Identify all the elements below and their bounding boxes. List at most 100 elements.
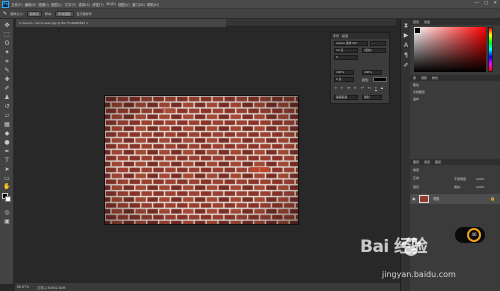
minimize-button[interactable]: — xyxy=(474,1,479,6)
faux-bold-icon[interactable]: T xyxy=(335,86,337,90)
tab-layers[interactable]: 图层 xyxy=(413,160,419,164)
menu-bar: Ps 文件(F) 编辑(E) 图像(I) 图层(L) 文字(Y) 选择(S) 滤… xyxy=(0,0,500,9)
shape-tool-icon[interactable]: ▭ xyxy=(3,175,11,182)
font-family-select[interactable]: Adobe 黑体 Std xyxy=(334,41,368,46)
gradient-tool-icon[interactable]: ▦ xyxy=(3,121,11,128)
quick-mask-icon[interactable]: ◎ xyxy=(3,209,11,216)
lasso-tool-icon[interactable]: ʘ xyxy=(3,40,11,47)
brush-settings-icon[interactable]: ✐ xyxy=(402,62,410,70)
sample-label: 样本: xyxy=(44,12,53,16)
character-panel-tabs: 字符 段落 xyxy=(331,33,389,39)
pen-tool-icon[interactable]: ✒ xyxy=(3,148,11,155)
tab-adjustments[interactable]: 调整 xyxy=(421,76,427,80)
character-icon[interactable]: A xyxy=(402,42,410,50)
eyedropper-icon[interactable]: ✎ xyxy=(3,11,7,17)
strikethrough-icon[interactable]: T xyxy=(381,86,383,90)
menu-select[interactable]: 选择(S) xyxy=(78,2,90,7)
marquee-tool-icon[interactable]: ⬚ xyxy=(3,31,11,38)
subscript-icon[interactable]: T₁ xyxy=(368,86,371,90)
eyedropper-tool-icon[interactable]: ✎ xyxy=(3,67,11,74)
zoom-level[interactable]: 66.67% xyxy=(17,285,29,289)
panel-foreground-swatch[interactable] xyxy=(414,27,421,34)
character-panel: 字符 段落 Adobe 黑体 Std - 12 点 (自动) 0 100% 10… xyxy=(330,32,390,104)
lock-icon: 🔒 xyxy=(490,196,495,201)
vertical-scale-field[interactable]: 100% xyxy=(334,70,354,75)
path-select-tool-icon[interactable]: ➤ xyxy=(3,166,11,173)
eye-icon[interactable]: ◉ xyxy=(412,196,416,201)
small-caps-icon[interactable]: Tr xyxy=(354,86,357,90)
dodge-tool-icon[interactable]: ● xyxy=(3,139,11,146)
all-caps-icon[interactable]: TT xyxy=(347,86,351,90)
menu-3d[interactable]: 3D(D) xyxy=(106,2,116,6)
show-ring-checkbox[interactable]: 显示取样环 xyxy=(77,11,92,16)
baseline-shift-field[interactable]: 0 点 xyxy=(334,77,354,82)
menu-type[interactable]: 文字(Y) xyxy=(65,2,77,7)
tab-color[interactable]: 颜色 xyxy=(413,20,419,24)
lock-label: 锁定: xyxy=(413,185,421,189)
maximize-button[interactable]: ▢ xyxy=(484,1,488,6)
quick-select-tool-icon[interactable]: ✦ xyxy=(3,49,11,56)
status-bar: 66.67% 文档:2.64M/2.64M xyxy=(15,283,400,291)
menu-file[interactable]: 文件(F) xyxy=(11,2,22,7)
adjustments-panel-tabs: 库 调整 样式 xyxy=(410,75,500,81)
menu-view[interactable]: 视图(V) xyxy=(118,2,130,7)
tab-character[interactable]: 字符 xyxy=(333,34,339,38)
menu-layer[interactable]: 图层(L) xyxy=(51,2,62,7)
horizontal-scale-field[interactable]: 100% xyxy=(362,70,382,75)
opacity-field[interactable]: 100% xyxy=(476,177,485,181)
tab-libraries[interactable]: 库 xyxy=(413,76,416,80)
color-label: 颜色: xyxy=(362,78,370,82)
tab-paragraph[interactable]: 段落 xyxy=(342,34,348,38)
layer-filter-select[interactable]: 类型 xyxy=(410,167,500,174)
font-size-field[interactable]: 12 点 xyxy=(334,48,358,53)
menu-image[interactable]: 图像(I) xyxy=(39,2,49,7)
color-field[interactable] xyxy=(414,27,486,72)
move-tool-icon[interactable]: ✥ xyxy=(3,22,11,29)
type-tool-icon[interactable]: T xyxy=(3,157,11,164)
menu-edit[interactable]: 编辑(E) xyxy=(25,2,37,7)
actions-icon[interactable]: ▶ xyxy=(402,32,410,40)
healing-tool-icon[interactable]: ✚ xyxy=(3,76,11,83)
sample-select[interactable]: 所有图层 xyxy=(55,10,74,17)
language-select[interactable]: 美国英语 xyxy=(334,95,358,100)
stamp-tool-icon[interactable]: ♟ xyxy=(3,94,11,101)
underline-icon[interactable]: T xyxy=(375,86,377,90)
history-brush-tool-icon[interactable]: ↺ xyxy=(3,103,11,110)
tab-styles[interactable]: 样式 xyxy=(432,76,438,80)
paragraph-icon[interactable]: ¶ xyxy=(402,52,410,60)
brush-tool-icon[interactable]: ✐ xyxy=(3,85,11,92)
brick-wall-image[interactable] xyxy=(104,95,299,225)
tab-channels[interactable]: 通道 xyxy=(424,160,430,164)
paw-icon xyxy=(401,237,422,256)
tracking-field[interactable]: 0 xyxy=(334,55,358,60)
window-controls: — ▢ ✕ xyxy=(474,1,497,6)
document-tab[interactable]: C:\Users\...\brick-wall.jpg @ 66.7%(RGB/… xyxy=(16,19,226,27)
screen-mode-icon[interactable]: ▣ xyxy=(3,218,11,225)
fill-field[interactable]: 100% xyxy=(476,185,485,189)
eraser-tool-icon[interactable]: ▱ xyxy=(3,112,11,119)
superscript-icon[interactable]: T¹ xyxy=(361,86,364,90)
menu-window[interactable]: 窗口(W) xyxy=(132,2,145,7)
layer-thumbnail xyxy=(419,195,429,203)
crop-tool-icon[interactable]: ⌗ xyxy=(3,58,11,65)
menu-filter[interactable]: 滤镜(T) xyxy=(92,2,104,7)
document-tab-bar: C:\Users\...\brick-wall.jpg @ 66.7%(RGB/… xyxy=(16,19,396,27)
close-button[interactable]: ✕ xyxy=(493,1,497,6)
layer-row-background[interactable]: ◉ 背景 🔒 xyxy=(410,194,500,204)
faux-italic-icon[interactable]: T xyxy=(341,86,343,90)
font-style-select[interactable]: - xyxy=(370,41,386,46)
tab-paths[interactable]: 路径 xyxy=(435,160,441,164)
hand-tool-icon[interactable]: ✋ xyxy=(3,183,11,190)
blur-tool-icon[interactable]: ◆ xyxy=(3,130,11,137)
sample-size-select[interactable]: 取样点 xyxy=(26,10,42,17)
history-icon[interactable]: ⧗ xyxy=(402,22,410,30)
layer-name[interactable]: 背景 xyxy=(433,196,439,201)
tab-swatches[interactable]: 色板 xyxy=(424,20,430,24)
menu-help[interactable]: 帮助(H) xyxy=(147,2,159,7)
background-color-swatch[interactable] xyxy=(5,196,11,202)
hue-slider[interactable] xyxy=(488,27,493,72)
blend-mode-select[interactable]: 正常 xyxy=(410,175,440,182)
leading-field[interactable]: (自动) xyxy=(362,48,386,53)
anti-alias-select[interactable]: 锐利 xyxy=(362,95,382,100)
text-color-swatch[interactable] xyxy=(373,77,387,82)
